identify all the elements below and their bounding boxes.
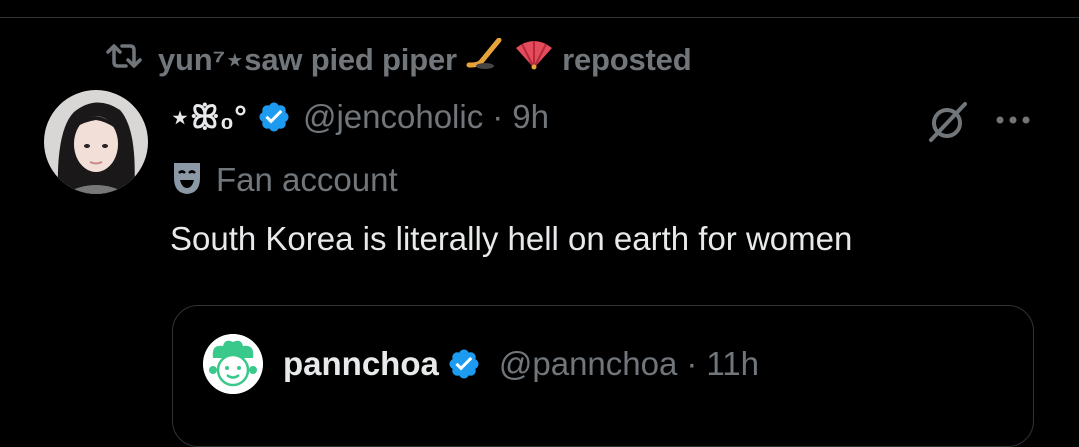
quote-handle[interactable]: @pannchoa	[499, 345, 677, 383]
more-options-icon[interactable]	[990, 100, 1038, 140]
quote-verified-badge-icon[interactable]	[447, 347, 481, 381]
verified-badge-icon[interactable]	[257, 100, 291, 134]
quote-tweet-card[interactable]: pannchoa @pannchoa · 11h	[172, 305, 1034, 447]
handle[interactable]: @jencoholic	[303, 98, 483, 136]
quote-timestamp[interactable]: 11h	[706, 345, 759, 383]
repost-indicator: yun⁷⋆saw pied piper reposted	[104, 38, 692, 78]
theater-mask-icon	[172, 160, 202, 201]
separator-dot: ·	[492, 98, 504, 135]
avatar[interactable]	[44, 90, 148, 194]
repost-user-link[interactable]: yun⁷⋆saw pied piper reposted	[158, 38, 692, 78]
quote-avatar[interactable]	[203, 334, 263, 394]
display-name[interactable]: ⋆ꕥ₀°	[170, 98, 247, 137]
repost-icon	[104, 40, 144, 77]
quote-header: pannchoa @pannchoa · 11h	[203, 334, 759, 394]
quote-separator-dot: ·	[686, 345, 698, 382]
top-divider	[0, 17, 1079, 18]
tweet-text: South Korea is literally hell on earth f…	[170, 220, 853, 257]
tweet-header: ⋆ꕥ₀° @jencoholic · 9h	[170, 94, 549, 140]
folding-fan-emoji	[514, 38, 554, 70]
repost-suffix: reposted	[562, 42, 692, 77]
grok-icon[interactable]	[925, 98, 973, 146]
label-text: Fan account	[216, 161, 398, 198]
repost-user-name: yun⁷⋆saw pied piper	[158, 42, 457, 77]
ice-hockey-emoji	[465, 38, 505, 70]
timestamp[interactable]: 9h	[512, 98, 549, 136]
affiliate-label: Fan account	[172, 158, 398, 202]
quote-display-name[interactable]: pannchoa	[283, 345, 439, 383]
